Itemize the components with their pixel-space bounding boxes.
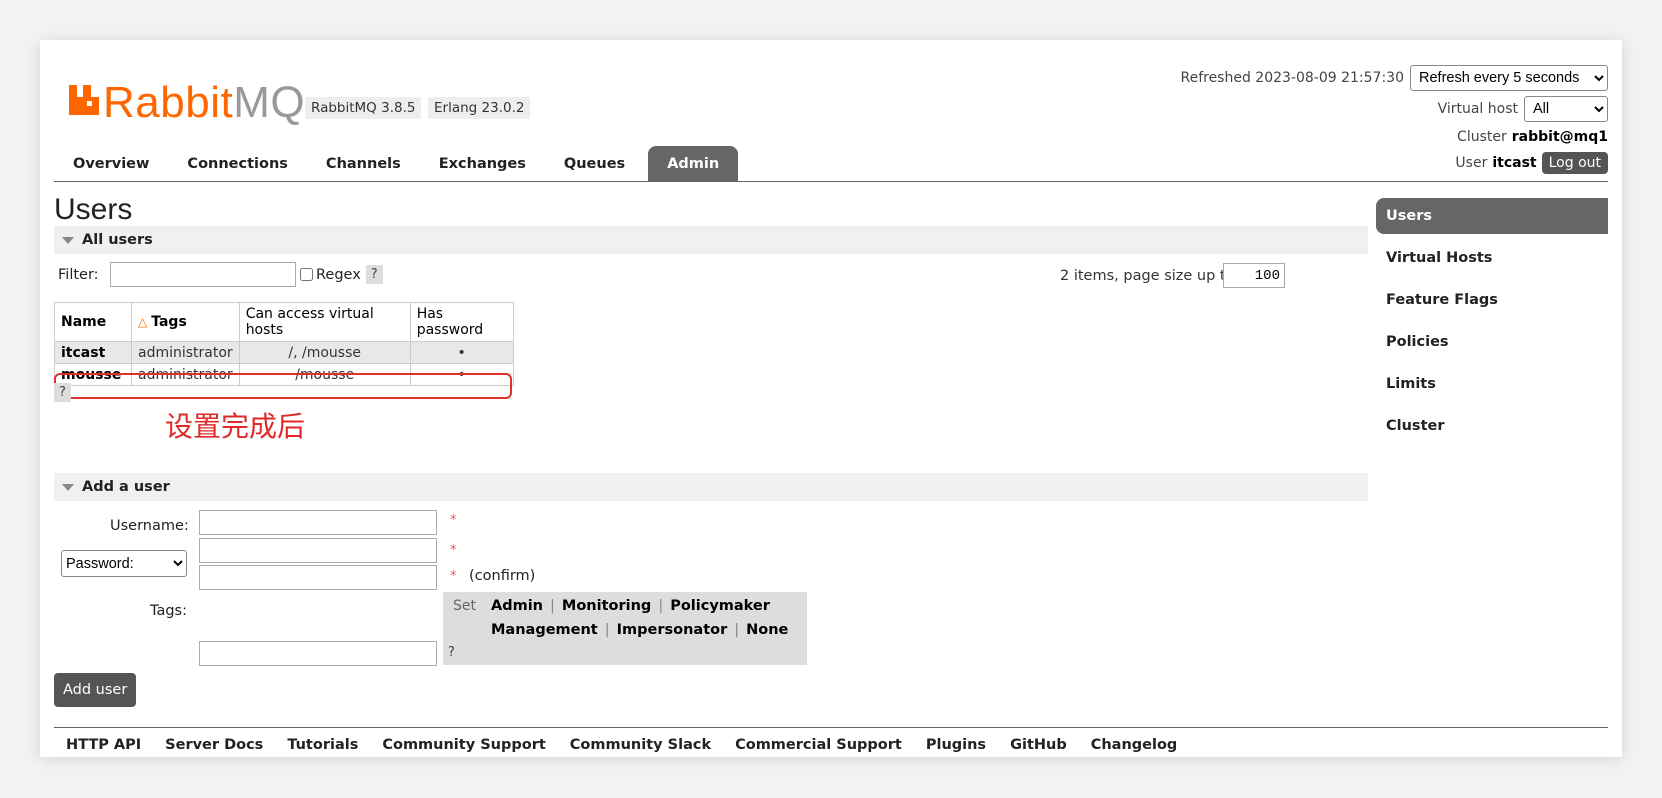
- sidebar-item-policies[interactable]: Policies: [1376, 324, 1608, 366]
- logo-text: Rabbit: [103, 78, 234, 127]
- column-header-tags[interactable]: △ Tags: [131, 302, 240, 342]
- required-mark: *: [450, 543, 457, 558]
- tag-presets-row-1: Admin | Monitoring | Policymaker: [491, 598, 770, 614]
- sort-ascending-icon: △: [138, 315, 148, 329]
- logo-text-mq: MQ: [233, 78, 306, 127]
- cluster-name: rabbit@mq1: [1511, 129, 1608, 145]
- logout-button[interactable]: Log out: [1541, 152, 1608, 174]
- user-vhosts: /, /mousse: [238, 341, 411, 364]
- sidebar-item-users[interactable]: Users: [1376, 198, 1608, 234]
- refresh-select[interactable]: Refresh every 5 seconds: [1410, 64, 1608, 91]
- regex-checkbox[interactable]: [300, 268, 313, 281]
- collapse-triangle-icon: [62, 484, 74, 491]
- user-name: itcast: [1492, 155, 1537, 171]
- tag-presets-box: Set Admin | Monitoring | Policymaker Managem…: [443, 592, 807, 665]
- required-mark: *: [450, 569, 457, 584]
- sidebar-item-cluster[interactable]: Cluster: [1376, 408, 1608, 450]
- regex-label: Regex: [316, 266, 361, 283]
- tag-preset-management[interactable]: Management: [491, 622, 598, 638]
- username-input[interactable]: [199, 510, 437, 535]
- tag-preset-none[interactable]: None: [746, 622, 788, 638]
- footer-link-http-api[interactable]: HTTP API: [54, 734, 153, 756]
- vhost-select[interactable]: All: [1524, 95, 1608, 122]
- vhost-label: Virtual host: [1437, 100, 1518, 117]
- required-mark: *: [450, 513, 457, 528]
- collapse-triangle-icon: [62, 237, 74, 244]
- column-header-tags-label: Tags: [151, 314, 187, 330]
- username-label: Username:: [110, 518, 189, 534]
- nav-divider: [54, 181, 1608, 182]
- add-user-label: Add a user: [82, 479, 170, 495]
- tab-exchanges[interactable]: Exchanges: [420, 146, 545, 182]
- tags-help-button[interactable]: ?: [448, 645, 455, 660]
- confirm-label: (confirm): [469, 568, 536, 584]
- sidebar-item-virtual-hosts[interactable]: Virtual Hosts: [1376, 240, 1608, 282]
- sidebar-item-feature-flags[interactable]: Feature Flags: [1376, 282, 1608, 324]
- tab-channels[interactable]: Channels: [307, 146, 420, 182]
- has-password-dot: •: [409, 341, 514, 364]
- user-name-link[interactable]: itcast: [54, 341, 132, 364]
- admin-sidebar: Users Virtual Hosts Feature Flags Polici…: [1376, 198, 1608, 450]
- footer-link-changelog[interactable]: Changelog: [1079, 734, 1190, 756]
- rabbitmq-logo: RabbitMQ TM: [67, 73, 330, 125]
- regex-help-button[interactable]: ?: [365, 265, 383, 284]
- cluster-label: Cluster: [1457, 129, 1507, 145]
- regex-option: Regex ?: [298, 265, 383, 284]
- tab-admin[interactable]: Admin: [648, 146, 739, 182]
- column-header-password[interactable]: Has password: [409, 302, 514, 342]
- tag-preset-impersonator[interactable]: Impersonator: [617, 622, 728, 638]
- browser-window: RabbitMQ TM RabbitMQ 3.8.5 Erlang 23.0.2…: [40, 40, 1622, 757]
- annotation-text: 设置完成后: [165, 410, 306, 443]
- tag-preset-monitoring[interactable]: Monitoring: [562, 598, 651, 614]
- version-badge: RabbitMQ 3.8.5: [305, 97, 422, 119]
- items-count-label: 2 items, page size up to: [1060, 268, 1235, 284]
- set-label: Set: [453, 598, 476, 614]
- all-users-section-header[interactable]: All users: [54, 226, 1368, 254]
- filter-input[interactable]: [110, 262, 296, 287]
- footer-link-server-docs[interactable]: Server Docs: [153, 734, 275, 756]
- password-input[interactable]: [199, 538, 437, 563]
- password-type-select[interactable]: Password:: [61, 550, 187, 577]
- highlight-box: [54, 373, 512, 399]
- tags-label: Tags:: [150, 603, 187, 619]
- footer-divider: [54, 727, 1608, 728]
- column-header-vhosts[interactable]: Can access virtual hosts: [238, 302, 411, 342]
- tags-input[interactable]: [199, 641, 437, 666]
- filter-label: Filter:: [58, 267, 99, 283]
- column-header-name[interactable]: Name: [54, 302, 132, 342]
- add-user-section-header[interactable]: Add a user: [54, 473, 1368, 501]
- main-nav: Overview Connections Channels Exchanges …: [54, 144, 739, 182]
- user-label: User: [1455, 155, 1488, 171]
- tag-presets-row-2: Management | Impersonator | None: [491, 622, 789, 638]
- footer-link-github[interactable]: GitHub: [998, 734, 1079, 756]
- footer-links: HTTP API Server Docs Tutorials Community…: [54, 734, 1189, 756]
- password-confirm-input[interactable]: [199, 565, 437, 590]
- tag-preset-admin[interactable]: Admin: [491, 598, 543, 614]
- page-size-input[interactable]: [1223, 263, 1285, 288]
- user-tags: administrator: [131, 341, 240, 364]
- tab-overview[interactable]: Overview: [54, 146, 168, 182]
- refreshed-label: Refreshed 2023-08-09 21:57:30: [1180, 69, 1404, 86]
- footer-link-community-support[interactable]: Community Support: [370, 734, 557, 756]
- tab-queues[interactable]: Queues: [545, 146, 644, 182]
- add-user-button[interactable]: Add user: [54, 673, 137, 707]
- footer-link-tutorials[interactable]: Tutorials: [275, 734, 370, 756]
- table-row: itcast administrator /, /mousse •: [54, 341, 514, 364]
- sidebar-item-limits[interactable]: Limits: [1376, 366, 1608, 408]
- table-help-button[interactable]: ?: [54, 383, 71, 402]
- header-meta: Refreshed 2023-08-09 21:57:30 Refresh ev…: [1180, 62, 1608, 176]
- tab-connections[interactable]: Connections: [168, 146, 307, 182]
- footer-link-commercial-support[interactable]: Commercial Support: [723, 734, 914, 756]
- footer-link-plugins[interactable]: Plugins: [914, 734, 998, 756]
- rabbit-logo-icon: [67, 83, 101, 117]
- footer-link-community-slack[interactable]: Community Slack: [558, 734, 723, 756]
- erlang-badge: Erlang 23.0.2: [428, 97, 531, 119]
- all-users-label: All users: [82, 232, 153, 248]
- tag-preset-policymaker[interactable]: Policymaker: [670, 598, 770, 614]
- page-title: Users: [54, 193, 133, 226]
